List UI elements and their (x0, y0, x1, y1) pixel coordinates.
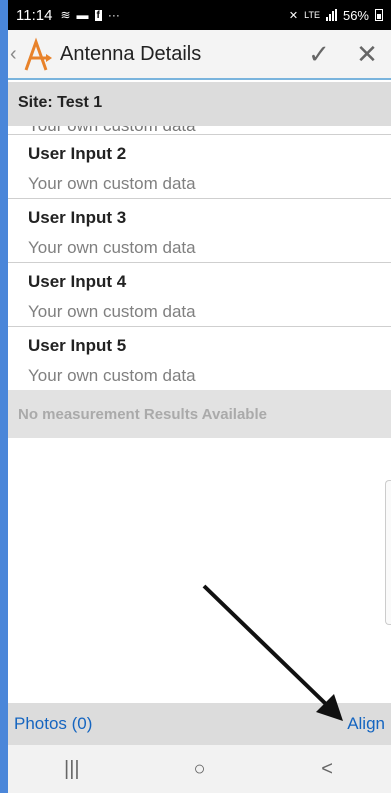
home-icon[interactable]: ○ (169, 749, 229, 789)
align-link[interactable]: Align (347, 714, 385, 734)
no-results-banner: No measurement Results Available (8, 390, 391, 438)
battery-icon (375, 9, 383, 21)
signal-icon (325, 9, 337, 21)
item-label: User Input 3 (28, 208, 127, 227)
page-title: Antenna Details (60, 42, 202, 65)
partial-item: Your own custom data (8, 126, 391, 134)
status-bar: 11:14 ≋ ▬ f ··· ✕ LTE 56% (8, 0, 391, 30)
battery-percent: 56% (342, 7, 369, 23)
list-item[interactable]: User Input 5 Your own custom data (8, 326, 391, 390)
app-bar-actions: ✓ ✕ (295, 30, 391, 78)
status-time: 11:14 (16, 6, 53, 24)
side-drawer-handle[interactable] (385, 480, 391, 625)
more-icon: ··· (107, 8, 120, 22)
message-icon: ▬ (76, 8, 89, 22)
phone-screen: 11:14 ≋ ▬ f ··· ✕ LTE 56% ‹ Antenna Deta… (8, 0, 391, 793)
item-value[interactable]: Your own custom data (28, 292, 371, 322)
partial-item-value: Your own custom data (28, 126, 196, 134)
item-value[interactable]: Your own custom data (28, 164, 371, 194)
photos-link[interactable]: Photos (0) (14, 714, 92, 734)
item-value[interactable]: Your own custom data (28, 356, 371, 386)
item-value[interactable]: Your own custom data (28, 228, 371, 258)
app-logo (22, 36, 54, 72)
confirm-icon[interactable]: ✓ (295, 30, 343, 78)
app-bar: ‹ Antenna Details ✓ ✕ (8, 30, 391, 80)
item-label: User Input 4 (28, 272, 127, 291)
custom-data-list[interactable]: Your own custom data User Input 2 Your o… (8, 126, 391, 390)
facebook-icon: f (94, 9, 102, 21)
list-item[interactable]: User Input 4 Your own custom data (8, 262, 391, 326)
list-item[interactable]: User Input 3 Your own custom data (8, 198, 391, 262)
item-label: User Input 2 (28, 144, 127, 163)
wifi-call-icon: ≋ (60, 8, 71, 22)
back-icon[interactable]: ‹ (10, 43, 20, 66)
nav-back-icon[interactable]: < (297, 749, 357, 789)
site-header: Site: Test 1 (8, 82, 391, 126)
recents-icon[interactable]: ||| (42, 749, 102, 789)
list-item[interactable]: User Input 2 Your own custom data (8, 134, 391, 198)
item-label: User Input 5 (28, 336, 127, 355)
status-right: ✕ LTE 56% (289, 8, 383, 23)
close-icon[interactable]: ✕ (343, 30, 391, 78)
footer-bar: Photos (0) Align (8, 703, 391, 745)
mute-icon: ✕ (288, 9, 299, 22)
network-type: LTE (304, 10, 320, 20)
system-nav-bar: ||| ○ < (8, 745, 391, 793)
notification-icons: ≋ ▬ f ··· (60, 8, 119, 22)
